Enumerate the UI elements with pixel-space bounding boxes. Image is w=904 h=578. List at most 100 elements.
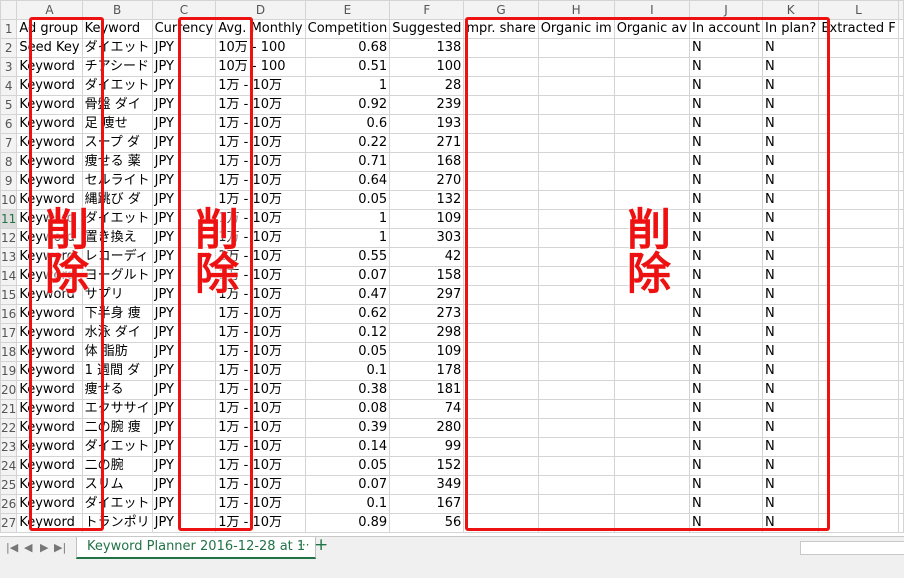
cell-extra[interactable] <box>897 513 904 533</box>
cell-a[interactable]: Keyword <box>16 475 83 495</box>
cell-a[interactable]: Seed Key <box>16 38 83 58</box>
cell-f[interactable]: 270 <box>389 171 465 191</box>
row-header[interactable]: 10 <box>0 190 18 210</box>
cell-l[interactable] <box>818 323 899 343</box>
cell-extra[interactable] <box>897 304 904 324</box>
cell-i[interactable] <box>613 342 691 362</box>
cell-j[interactable]: N <box>689 285 764 305</box>
cell-c[interactable]: Currency <box>151 19 217 39</box>
cell-g[interactable] <box>463 114 539 134</box>
cell-f[interactable]: 168 <box>389 152 465 172</box>
add-sheet-button[interactable]: + <box>314 535 328 555</box>
cell-extra[interactable] <box>897 114 904 134</box>
cell-j[interactable]: N <box>689 76 764 96</box>
cell-l[interactable] <box>818 342 899 362</box>
cell-k[interactable]: N <box>762 95 820 115</box>
cell-k[interactable]: N <box>762 209 820 229</box>
cell-extra[interactable] <box>897 190 904 210</box>
cell-l[interactable] <box>818 95 899 115</box>
column-header-l[interactable]: L <box>818 0 899 20</box>
cell-h[interactable] <box>537 171 615 191</box>
column-header-e[interactable]: E <box>304 0 391 20</box>
cell-g[interactable] <box>463 152 539 172</box>
row-header[interactable]: 21 <box>0 399 18 419</box>
cell-f[interactable]: 193 <box>389 114 465 134</box>
cell-d[interactable]: 1万 - 10万 <box>215 494 306 514</box>
cell-l[interactable] <box>818 399 899 419</box>
cell-d[interactable]: 1万 - 10万 <box>215 171 306 191</box>
cell-c[interactable]: JPY <box>151 437 217 457</box>
cell-d[interactable]: 1万 - 10万 <box>215 323 306 343</box>
cell-extra[interactable] <box>897 399 904 419</box>
cell-d[interactable]: 1万 - 10万 <box>215 399 306 419</box>
cell-e[interactable]: 1 <box>304 209 391 229</box>
cell-h[interactable] <box>537 494 615 514</box>
cell-h[interactable] <box>537 342 615 362</box>
cell-a[interactable]: Keyword <box>16 171 83 191</box>
cell-l[interactable] <box>818 57 899 77</box>
row-header[interactable]: 25 <box>0 475 18 495</box>
horizontal-scrollbar[interactable] <box>800 541 904 555</box>
row-header[interactable]: 14 <box>0 266 18 286</box>
cell-g[interactable] <box>463 342 539 362</box>
cell-d[interactable]: 1万 - 10万 <box>215 152 306 172</box>
cell-a[interactable]: Keyword <box>16 114 83 134</box>
cell-e[interactable]: 1 <box>304 76 391 96</box>
row-header[interactable]: 12 <box>0 228 18 248</box>
cell-j[interactable]: N <box>689 456 764 476</box>
cell-a[interactable]: Keyword <box>16 342 83 362</box>
cell-k[interactable]: N <box>762 247 820 267</box>
row-header[interactable]: 22 <box>0 418 18 438</box>
cell-f[interactable]: 273 <box>389 304 465 324</box>
cell-c[interactable]: JPY <box>151 380 217 400</box>
row-header[interactable]: 8 <box>0 152 18 172</box>
cell-extra[interactable] <box>897 247 904 267</box>
cell-h[interactable] <box>537 437 615 457</box>
cell-l[interactable] <box>818 152 899 172</box>
row-header[interactable]: 3 <box>0 57 18 77</box>
cell-c[interactable]: JPY <box>151 513 217 533</box>
cell-g[interactable] <box>463 437 539 457</box>
cell-k[interactable]: N <box>762 342 820 362</box>
cell-g[interactable]: mpr. share <box>463 19 539 39</box>
cell-k[interactable]: N <box>762 152 820 172</box>
cell-a[interactable]: Keyword <box>16 361 83 381</box>
cell-c[interactable]: JPY <box>151 494 217 514</box>
cell-j[interactable]: N <box>689 190 764 210</box>
cell-c[interactable]: JPY <box>151 304 217 324</box>
cell-e[interactable]: 0.47 <box>304 285 391 305</box>
cell-extra[interactable] <box>897 380 904 400</box>
cell-c[interactable]: JPY <box>151 114 217 134</box>
cell-l[interactable] <box>818 171 899 191</box>
cell-k[interactable]: N <box>762 57 820 77</box>
cell-d[interactable]: 1万 - 10万 <box>215 380 306 400</box>
cell-e[interactable]: 0.6 <box>304 114 391 134</box>
row-header[interactable]: 24 <box>0 456 18 476</box>
cell-j[interactable]: In account <box>689 19 764 39</box>
cell-i[interactable] <box>613 494 691 514</box>
cell-b[interactable]: 置き換え <box>81 228 153 248</box>
cell-a[interactable]: Keyword <box>16 494 83 514</box>
cell-i[interactable] <box>613 361 691 381</box>
cell-j[interactable]: N <box>689 114 764 134</box>
cell-i[interactable] <box>613 57 691 77</box>
cell-d[interactable]: 1万 - 10万 <box>215 437 306 457</box>
cell-f[interactable]: 56 <box>389 513 465 533</box>
row-header[interactable]: 4 <box>0 76 18 96</box>
cell-b[interactable]: Keyword <box>81 19 153 39</box>
next-sheet-icon[interactable]: ▶ <box>40 541 48 554</box>
cell-l[interactable] <box>818 266 899 286</box>
cell-j[interactable]: N <box>689 133 764 153</box>
cell-b[interactable]: 縄跳び ダ <box>81 190 153 210</box>
cell-l[interactable] <box>818 228 899 248</box>
cell-h[interactable] <box>537 456 615 476</box>
cell-h[interactable] <box>537 418 615 438</box>
cell-f[interactable]: 178 <box>389 361 465 381</box>
cell-i[interactable] <box>613 304 691 324</box>
cell-k[interactable]: N <box>762 494 820 514</box>
cell-a[interactable]: Ad group <box>16 19 83 39</box>
more-sheets-icon[interactable]: ··· <box>298 538 309 552</box>
cell-i[interactable] <box>613 133 691 153</box>
cell-e[interactable]: 0.38 <box>304 380 391 400</box>
row-header[interactable]: 18 <box>0 342 18 362</box>
